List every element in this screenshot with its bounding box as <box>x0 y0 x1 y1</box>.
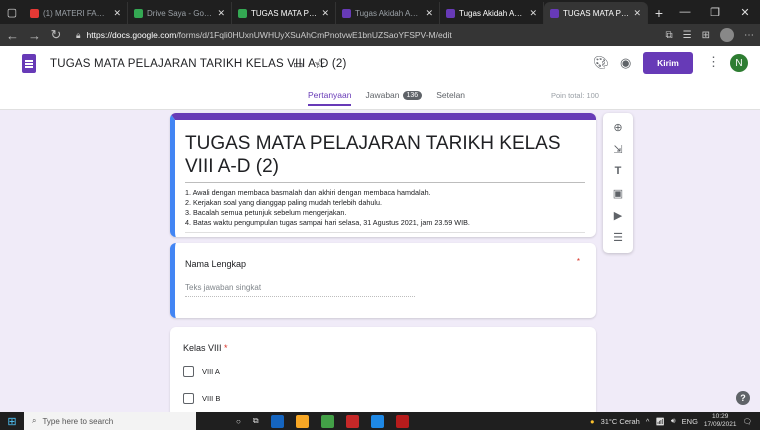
app-icon[interactable] <box>345 414 359 428</box>
question-label: Nama Lengkap <box>185 259 247 269</box>
help-icon[interactable]: ? <box>736 391 750 405</box>
favicon-icon <box>342 8 351 18</box>
responses-count-badge: 136 <box>402 90 423 100</box>
collections-icon[interactable]: ⊞ <box>702 30 710 41</box>
browser-tab-strip: ▢ (1) MATERI FAKTOR K✕ Drive Saya - Goog… <box>0 0 760 24</box>
question-card-class[interactable]: Kelas VIII * VIII A VIII B <box>170 327 596 417</box>
close-tab-icon[interactable]: ✕ <box>321 8 329 19</box>
favicon-icon <box>238 8 247 18</box>
star-icon[interactable]: ☆ <box>314 56 326 72</box>
total-points: Poin total: 100 <box>551 91 599 100</box>
favicon-icon <box>134 8 143 18</box>
weather-icon: ● <box>590 416 595 426</box>
search-icon: ⌕ <box>32 416 37 425</box>
checkbox-option[interactable]: VIII B <box>183 393 220 404</box>
forms-header: TUGAS MATA PELAJARAN TARIKH KELAS VIII A… <box>0 46 760 110</box>
task-view-icon[interactable]: ⧉ <box>253 416 259 426</box>
close-tab-icon[interactable]: ✕ <box>425 8 433 19</box>
form-title-card[interactable]: TUGAS MATA PELAJARAN TARIKH KELAS VIII A… <box>170 113 596 237</box>
more-vert-icon[interactable]: ⋮ <box>707 54 720 70</box>
browser-tab[interactable]: TUGAS MATA PELAJAR✕ <box>232 2 336 24</box>
notifications-icon[interactable]: 🗨︎ <box>742 417 752 426</box>
cortana-icon[interactable]: ○ <box>236 417 241 426</box>
checkbox[interactable] <box>183 393 194 404</box>
palette-icon[interactable]: 🎨︎ <box>593 55 610 71</box>
add-title-icon[interactable]: T <box>603 163 633 179</box>
form-description[interactable]: 1. Awali dengan membaca basmalah dan akh… <box>185 188 470 228</box>
address-bar: ← → ↻ 🔒︎ https://docs.google.com/forms/d… <box>0 24 760 46</box>
close-tab-icon[interactable]: ✕ <box>529 8 537 19</box>
windows-start-icon[interactable]: ⊞ <box>0 415 24 428</box>
add-question-icon[interactable]: ⊕ <box>603 119 633 135</box>
checkbox[interactable] <box>183 366 194 377</box>
close-tab-icon[interactable]: ✕ <box>113 8 121 19</box>
browser-tab-active[interactable]: TUGAS MATA PELAJAR✕ <box>544 2 648 24</box>
tab-settings[interactable]: Setelan <box>436 90 465 106</box>
close-tab-icon[interactable]: ✕ <box>633 8 641 19</box>
required-mark: * <box>576 257 580 266</box>
favicon-icon <box>446 8 455 18</box>
avatar[interactable]: N <box>730 54 748 72</box>
file-explorer-icon[interactable] <box>295 414 309 428</box>
tray-chevron-icon[interactable]: ^ <box>646 417 650 426</box>
question-label: Kelas VIII * <box>183 343 228 353</box>
add-section-icon[interactable]: ☰ <box>603 229 633 245</box>
extension-icon[interactable]: ⧉ <box>666 30 673 41</box>
url-field[interactable]: 🔒︎ https://docs.google.com/forms/d/1Fqli… <box>72 26 656 44</box>
close-window-icon[interactable]: ✕ <box>730 0 760 24</box>
minimize-icon[interactable]: — <box>670 0 700 24</box>
form-title[interactable]: TUGAS MATA PELAJARAN TARIKH KELAS VIII A… <box>185 132 589 178</box>
back-icon[interactable]: ← <box>6 28 19 43</box>
app-icon[interactable] <box>395 414 409 428</box>
reload-icon[interactable]: ↻ <box>50 27 62 43</box>
divider <box>185 182 585 183</box>
profile-avatar[interactable] <box>720 28 734 42</box>
import-questions-icon[interactable]: ⇲ <box>603 141 633 157</box>
short-answer-placeholder: Teks jawaban singkat <box>185 283 415 297</box>
google-forms-icon[interactable] <box>22 54 36 73</box>
folder-icon[interactable]: ▭ <box>293 58 303 71</box>
reading-list-icon[interactable]: ☰ <box>683 30 692 41</box>
preview-eye-icon[interactable]: ◉ <box>620 55 631 71</box>
add-image-icon[interactable]: ▣ <box>603 185 633 201</box>
browser-tab[interactable]: (1) MATERI FAKTOR K✕ <box>24 2 128 24</box>
chrome-icon[interactable] <box>320 414 334 428</box>
volume-icon[interactable]: 🔊︎ <box>671 416 676 426</box>
favicon-icon <box>550 8 559 18</box>
divider <box>185 232 585 233</box>
question-card-name[interactable]: Nama Lengkap * Teks jawaban singkat <box>170 243 596 318</box>
lock-icon: 🔒︎ <box>76 29 81 40</box>
close-tab-icon[interactable]: ✕ <box>217 8 225 19</box>
word-icon[interactable] <box>370 414 384 428</box>
question-toolbar: ⊕ ⇲ T ▣ ▶ ☰ <box>603 113 633 253</box>
clock[interactable]: 10:29 17/09/2021 <box>704 413 737 429</box>
edge-icon[interactable] <box>270 414 284 428</box>
browser-tab[interactable]: Tugas Akidah Akhlak✕ <box>440 2 544 24</box>
browser-tab[interactable]: Tugas Akidah Akhlak✕ <box>336 2 440 24</box>
tab-actions-icon[interactable]: ▢ <box>0 0 24 24</box>
restore-icon[interactable]: ❐ <box>700 0 730 24</box>
taskbar-search[interactable]: ⌕ Type here to search <box>24 412 196 430</box>
checkbox-option[interactable]: VIII A <box>183 366 220 377</box>
required-mark: * <box>224 343 228 353</box>
browser-menu-icon[interactable]: ⋯ <box>744 30 754 41</box>
new-tab-button[interactable]: + <box>648 2 670 24</box>
windows-taskbar: ⊞ ⌕ Type here to search ○ ⧉ ● 31°C Cerah … <box>0 412 760 430</box>
browser-tab[interactable]: Drive Saya - Google D✕ <box>128 2 232 24</box>
tab-questions[interactable]: Pertanyaan <box>308 90 352 106</box>
send-button[interactable]: Kirim <box>643 52 693 74</box>
tab-responses[interactable]: Jawaban 136 <box>365 90 423 106</box>
forward-icon[interactable]: → <box>28 28 41 43</box>
favicon-icon <box>30 8 39 18</box>
add-video-icon[interactable]: ▶ <box>603 207 633 223</box>
network-icon[interactable]: 📶︎ <box>655 417 665 426</box>
